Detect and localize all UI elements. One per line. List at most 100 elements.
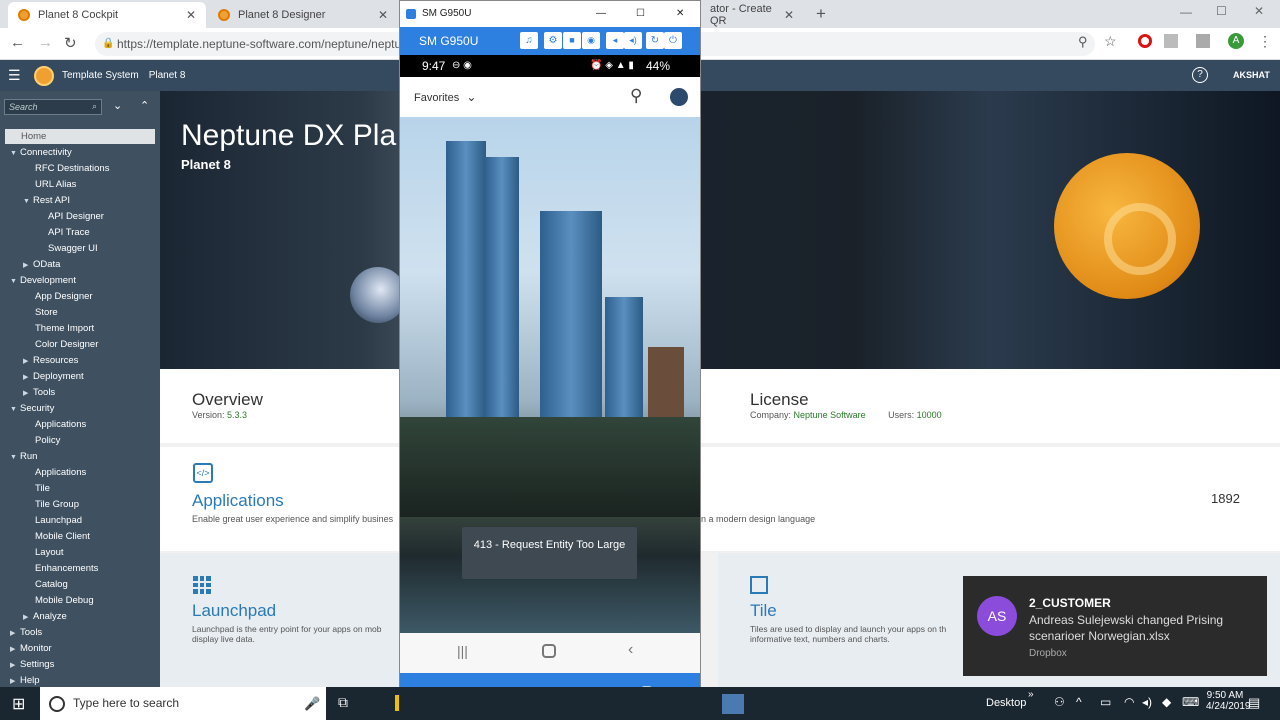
search-icon[interactable]: ⚲ bbox=[630, 86, 642, 106]
taskbar-app-icon[interactable] bbox=[722, 694, 744, 714]
sidebar-item-tile[interactable]: Tile bbox=[35, 481, 50, 497]
sidebar-item-theme-import[interactable]: Theme Import bbox=[35, 321, 94, 337]
sidebar-item-swagger-ui[interactable]: Swagger UI bbox=[48, 241, 98, 257]
sidebar-item-run-applications[interactable]: Applications bbox=[35, 465, 86, 481]
applications-title[interactable]: Applications bbox=[192, 491, 284, 511]
sidebar-search-input[interactable]: Search ⌕ bbox=[4, 99, 102, 115]
profile-avatar-icon[interactable]: A bbox=[1228, 33, 1244, 49]
sidebar-item-mobile-client[interactable]: Mobile Client bbox=[35, 529, 90, 545]
reload-icon[interactable]: ↻ bbox=[64, 34, 77, 52]
expand-all-icon[interactable]: ⌄ bbox=[113, 99, 122, 112]
sidebar-item-catalog[interactable]: Catalog bbox=[35, 577, 68, 593]
launchpad-title[interactable]: Launchpad bbox=[192, 601, 276, 621]
dropbox-icon[interactable]: ◆ bbox=[1162, 695, 1171, 709]
hamburger-menu-icon[interactable]: ☰ bbox=[8, 67, 26, 84]
power-icon[interactable]: ⏻ bbox=[664, 32, 682, 49]
close-tab-icon[interactable]: ✕ bbox=[784, 8, 794, 22]
video-camera-icon[interactable]: ■ bbox=[563, 32, 581, 49]
sidebar-item-url-alias[interactable]: URL Alias bbox=[35, 177, 76, 193]
sidebar-item-policy[interactable]: Policy bbox=[35, 433, 60, 449]
sidebar-item-settings[interactable]: ▶ Settings bbox=[10, 657, 54, 673]
toast-notification[interactable]: AS 2_CUSTOMER Andreas Sulejewski changed… bbox=[963, 576, 1267, 676]
sidebar-item-rest-api[interactable]: ▼ Rest API bbox=[23, 193, 70, 209]
action-center-icon[interactable]: ▤ bbox=[1248, 695, 1260, 711]
taskbar-app-icon[interactable] bbox=[395, 695, 399, 711]
user-profile-icon[interactable] bbox=[670, 88, 688, 106]
battery-icon[interactable]: ▭ bbox=[1100, 695, 1111, 709]
sidebar-item-tools[interactable]: ▶ Tools bbox=[10, 625, 42, 641]
home-icon[interactable] bbox=[542, 644, 556, 658]
zoom-icon[interactable]: ⚲ bbox=[1078, 34, 1088, 50]
close-icon[interactable]: ✕ bbox=[676, 1, 684, 27]
volume-icon[interactable]: ◂) bbox=[1142, 695, 1152, 709]
volume-down-icon[interactable]: ◂ bbox=[606, 32, 624, 49]
maximize-icon[interactable]: ☐ bbox=[636, 1, 645, 27]
show-hidden-icons-icon[interactable]: ^ bbox=[1076, 695, 1082, 709]
new-tab-icon[interactable]: + bbox=[816, 4, 826, 24]
task-view-icon[interactable]: ⧉ bbox=[338, 694, 348, 711]
sidebar-item-mobile-debug[interactable]: Mobile Debug bbox=[35, 593, 94, 609]
launchpad-card[interactable]: Launchpad Launchpad is the entry point f… bbox=[160, 553, 399, 687]
close-tab-icon[interactable]: ✕ bbox=[378, 8, 388, 22]
help-icon[interactable]: ? bbox=[1192, 67, 1208, 83]
tab-create-qr[interactable]: ator - Create QR ✕ bbox=[700, 2, 804, 28]
taskbar-search-input[interactable]: Type here to search 🎤 bbox=[40, 687, 326, 720]
sidebar-item-development[interactable]: ▼ Development bbox=[10, 273, 76, 289]
desktop-toolbar[interactable]: Desktop bbox=[986, 697, 1026, 709]
sidebar-item-security[interactable]: ▼ Security bbox=[10, 401, 54, 417]
minimize-icon[interactable]: — bbox=[596, 1, 606, 27]
back-icon[interactable]: ‹ bbox=[628, 641, 633, 659]
tab-planet8-designer[interactable]: Planet 8 Designer ✕ bbox=[208, 2, 398, 28]
tile-title[interactable]: Tile bbox=[750, 601, 777, 621]
sidebar-item-store[interactable]: Store bbox=[35, 305, 58, 321]
close-window-icon[interactable]: ✕ bbox=[1254, 4, 1264, 18]
favorites-dropdown[interactable]: Favorites ⌄ bbox=[414, 90, 476, 104]
wifi-icon[interactable]: ◠ bbox=[1124, 695, 1134, 709]
tab-planet8-cockpit[interactable]: Planet 8 Cockpit ✕ bbox=[8, 2, 206, 28]
sidebar-item-analyze[interactable]: ▶ Analyze bbox=[23, 609, 67, 625]
rotate-icon[interactable]: ↻ bbox=[646, 32, 664, 49]
sidebar-item-deployment[interactable]: ▶ Deployment bbox=[23, 369, 84, 385]
minimize-icon[interactable]: — bbox=[1180, 5, 1192, 19]
sidebar-item-color-designer[interactable]: Color Designer bbox=[35, 337, 98, 353]
extension-icon[interactable] bbox=[1196, 34, 1210, 48]
sidebar-item-connectivity[interactable]: ▼ Connectivity bbox=[10, 145, 72, 161]
chevron-right-icon[interactable]: » bbox=[1028, 689, 1034, 700]
sidebar-item-odata[interactable]: ▶ OData bbox=[23, 257, 60, 273]
sidebar-item-tools-dev[interactable]: ▶ Tools bbox=[23, 385, 55, 401]
people-icon[interactable]: ⚇ bbox=[1054, 695, 1065, 709]
sidebar-item-run[interactable]: ▼ Run bbox=[10, 449, 37, 465]
sidebar-item-api-designer[interactable]: API Designer bbox=[48, 209, 104, 225]
sidebar-item-security-applications[interactable]: Applications bbox=[35, 417, 86, 433]
settings-gear-icon[interactable]: ⚙ bbox=[544, 32, 562, 49]
sidebar-item-launchpad[interactable]: Launchpad bbox=[35, 513, 82, 529]
collapse-all-icon[interactable]: ⌃ bbox=[140, 99, 149, 112]
sidebar-item-rfc-destinations[interactable]: RFC Destinations bbox=[35, 161, 109, 177]
user-name[interactable]: AKSHAT bbox=[1233, 70, 1270, 80]
volume-up-icon[interactable]: ◂) bbox=[624, 32, 642, 49]
extension-g-icon[interactable] bbox=[1164, 34, 1178, 48]
keyboard-icon[interactable]: ⌨ bbox=[1182, 695, 1199, 709]
forward-icon[interactable]: → bbox=[38, 34, 53, 51]
headset-icon[interactable]: ♫ bbox=[520, 32, 538, 49]
clock[interactable]: 9:50 AM 4/24/2019 bbox=[1206, 690, 1251, 712]
close-tab-icon[interactable]: ✕ bbox=[186, 8, 196, 22]
browser-menu-icon[interactable]: ⋮ bbox=[1258, 33, 1272, 50]
sidebar-item-tile-group[interactable]: Tile Group bbox=[35, 497, 79, 513]
sidebar-item-enhancements[interactable]: Enhancements bbox=[35, 561, 98, 577]
applications-card[interactable]: </> Applications Enable great user exper… bbox=[160, 447, 399, 551]
sidebar-item-api-trace[interactable]: API Trace bbox=[48, 225, 90, 241]
sidebar-item-resources[interactable]: ▶ Resources bbox=[23, 353, 78, 369]
sidebar-item-app-designer[interactable]: App Designer bbox=[35, 289, 93, 305]
windows-start-icon[interactable]: ⊞ bbox=[12, 694, 25, 714]
microphone-icon[interactable]: 🎤 bbox=[304, 687, 320, 720]
opera-extension-icon[interactable] bbox=[1138, 34, 1152, 48]
search-icon[interactable]: ⌕ bbox=[92, 101, 97, 112]
sidebar-item-layout[interactable]: Layout bbox=[35, 545, 64, 561]
bookmark-star-icon[interactable]: ☆ bbox=[1104, 33, 1117, 50]
back-icon[interactable]: ← bbox=[10, 34, 25, 51]
screenshot-camera-icon[interactable]: ◉ bbox=[582, 32, 600, 49]
sidebar-item-monitor[interactable]: ▶ Monitor bbox=[10, 641, 52, 657]
recent-apps-icon[interactable]: ||| bbox=[457, 643, 468, 659]
maximize-icon[interactable]: ☐ bbox=[1216, 4, 1227, 18]
